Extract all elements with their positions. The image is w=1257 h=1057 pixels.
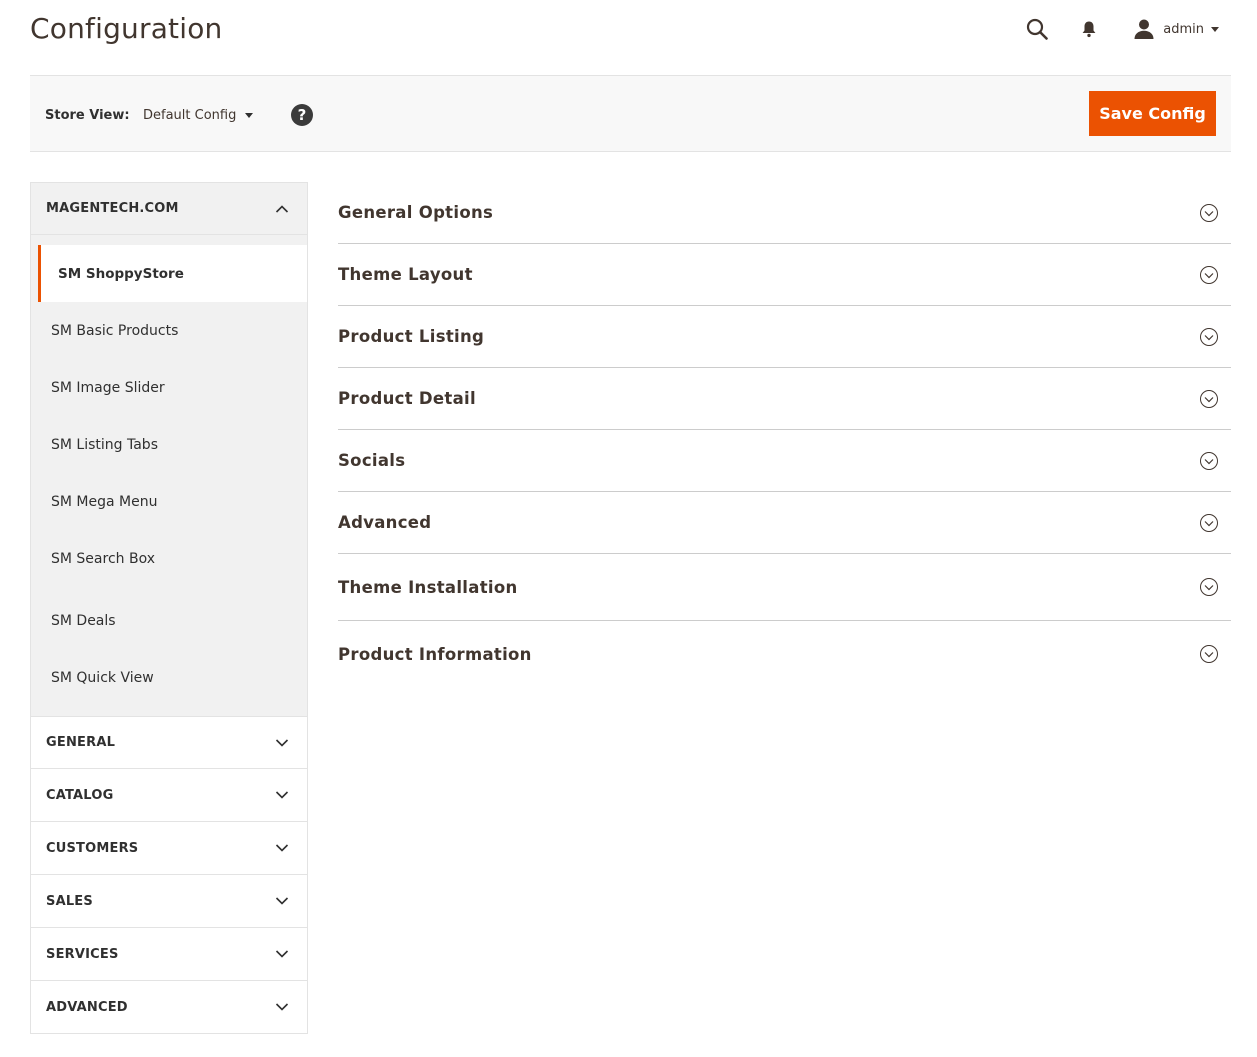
tab-catalog[interactable]: CATALOG [30, 769, 308, 822]
chevron-down-icon [275, 791, 289, 799]
expand-circle-icon [1200, 203, 1218, 222]
tab-magentech[interactable]: MAGENTECH.COM [30, 182, 308, 235]
section-product-detail[interactable]: Product Detail [338, 368, 1231, 430]
tab-general[interactable]: GENERAL [30, 716, 308, 769]
sidebar-item-sm-image-slider[interactable]: SM Image Slider [31, 359, 307, 416]
chevron-down-icon [275, 897, 289, 905]
page-title: Configuration [30, 12, 223, 45]
sidebar-item-sm-listing-tabs[interactable]: SM Listing Tabs [31, 416, 307, 473]
store-view-bar: Store View: Default Config ? Save Config [30, 75, 1231, 152]
tab-label: ADVANCED [46, 999, 128, 1015]
expand-circle-icon [1200, 389, 1218, 408]
section-title: General Options [338, 203, 494, 222]
section-theme-installation[interactable]: Theme Installation [338, 554, 1231, 621]
user-icon [1134, 19, 1154, 39]
help-icon[interactable]: ? [291, 104, 313, 126]
tab-label: GENERAL [46, 735, 116, 750]
chevron-down-icon [275, 950, 289, 958]
tab-advanced[interactable]: ADVANCED [30, 981, 308, 1034]
config-sidebar: MAGENTECH.COM SM ShoppyStore SM Basic Pr… [30, 182, 308, 1034]
expand-circle-icon [1200, 265, 1218, 284]
tab-label: SERVICES [46, 946, 119, 962]
section-product-listing[interactable]: Product Listing [338, 306, 1231, 368]
sidebar-item-sm-mega-menu[interactable]: SM Mega Menu [31, 473, 307, 530]
tab-label: SALES [46, 893, 93, 909]
sidebar-item-sm-deals[interactable]: SM Deals [31, 587, 307, 649]
section-title: Theme Layout [338, 265, 473, 284]
sidebar-item-sm-basic-products[interactable]: SM Basic Products [31, 302, 307, 359]
store-view-switcher[interactable]: Default Config [143, 108, 254, 123]
section-title: Theme Installation [338, 577, 518, 597]
section-title: Product Information [338, 644, 532, 664]
tab-label: MAGENTECH.COM [46, 201, 179, 216]
save-config-button[interactable]: Save Config [1089, 91, 1216, 136]
section-advanced[interactable]: Advanced [338, 492, 1231, 554]
store-view-label: Store View: [45, 108, 130, 123]
sidebar-item-sm-shoppystore[interactable]: SM ShoppyStore [38, 245, 307, 302]
tab-sales[interactable]: SALES [30, 875, 308, 928]
section-product-information[interactable]: Product Information [338, 621, 1231, 687]
caret-down-icon [245, 113, 254, 118]
section-socials[interactable]: Socials [338, 430, 1231, 492]
tab-label: CATALOG [46, 787, 114, 803]
header-actions: admin [1025, 16, 1219, 42]
section-title: Product Listing [338, 327, 485, 346]
bell-icon[interactable] [1079, 18, 1099, 40]
user-name: admin [1163, 21, 1204, 37]
caret-down-icon [1211, 26, 1219, 32]
user-menu[interactable]: admin [1133, 18, 1219, 40]
config-sections: General Options Theme Layout Product Lis… [338, 182, 1231, 687]
section-title: Product Detail [338, 389, 476, 408]
expand-circle-icon [1200, 645, 1218, 663]
section-theme-layout[interactable]: Theme Layout [338, 244, 1231, 306]
chevron-up-icon [275, 204, 289, 213]
sidebar-item-sm-search-box[interactable]: SM Search Box [31, 530, 307, 587]
chevron-down-icon [275, 844, 289, 852]
expand-circle-icon [1200, 451, 1218, 470]
section-general-options[interactable]: General Options [338, 182, 1231, 244]
tab-items: SM ShoppyStore SM Basic Products SM Imag… [30, 235, 308, 716]
expand-circle-icon [1200, 513, 1218, 532]
chevron-down-icon [275, 1003, 289, 1011]
configuration-page: Configuration admin Store View: Default … [0, 0, 1257, 1057]
section-title: Advanced [338, 513, 432, 532]
expand-circle-icon [1200, 578, 1218, 596]
sidebar-item-sm-quick-view[interactable]: SM Quick View [31, 649, 307, 706]
search-icon[interactable] [1025, 17, 1049, 41]
tab-services[interactable]: SERVICES [30, 928, 308, 981]
expand-circle-icon [1200, 327, 1218, 346]
chevron-down-icon [275, 738, 289, 747]
tab-customers[interactable]: CUSTOMERS [30, 822, 308, 875]
section-title: Socials [338, 451, 406, 470]
store-view-value: Default Config [143, 108, 237, 123]
tab-label: CUSTOMERS [46, 840, 139, 856]
